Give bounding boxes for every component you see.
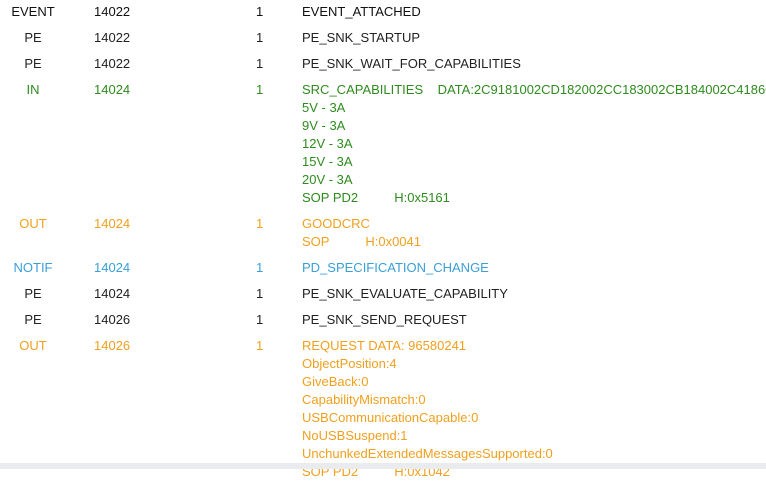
log-port: 1 [256, 312, 264, 327]
log-port: 1 [256, 260, 264, 275]
pd-trace-log: EVENT 14022 1 EVENT_ATTACHED PE 14022 1 PE_SNK_… [0, 0, 766, 486]
log-message-line: SOP H:0x0041 [302, 234, 421, 249]
log-message-line: NoUSBSuspend:1 [302, 428, 408, 443]
log-type: OUT [19, 338, 47, 353]
log-message: SRC_CAPABILITIES DATA:2C9181002CD182002C… [302, 81, 766, 207]
log-message-line: UnchunkedExtendedMessagesSupported:0 [302, 446, 553, 461]
log-message: PE_SNK_WAIT_FOR_CAPABILITIES [302, 55, 766, 73]
log-timestamp: 14024 [94, 82, 131, 97]
log-row[interactable]: OUT 14024 1 GOODCRC SOP H:0x0041 [0, 212, 766, 256]
log-type: PE [24, 30, 42, 45]
log-message-line: PD_SPECIFICATION_CHANGE [302, 260, 489, 275]
log-timestamp: 14024 [94, 286, 131, 301]
log-type: PE [24, 312, 42, 327]
log-message-line: SOP PD2 H:0x5161 [302, 190, 450, 205]
log-row[interactable]: PE 14022 1 PE_SNK_STARTUP [0, 26, 766, 52]
log-type: PE [24, 56, 42, 71]
log-type: EVENT [11, 4, 55, 19]
log-message-line: 20V - 3A [302, 172, 353, 187]
log-row[interactable]: IN 14024 1 SRC_CAPABILITIES DATA:2C9181002C… [0, 78, 766, 212]
log-port: 1 [256, 82, 264, 97]
log-message-line: PE_SNK_EVALUATE_CAPABILITY [302, 286, 508, 301]
log-timestamp: 14024 [94, 216, 131, 231]
log-message-line: REQUEST DATA: 96580241 [302, 338, 467, 353]
log-message-line: USBCommunicationCapable:0 [302, 410, 479, 425]
log-message-line: CapabilityMismatch:0 [302, 392, 426, 407]
log-message-line: GOODCRC [302, 216, 370, 231]
log-message: REQUEST DATA: 96580241 ObjectPosition:4 Gi… [302, 337, 766, 481]
log-message: PE_SNK_STARTUP [302, 29, 766, 47]
log-message-line: PE_SNK_STARTUP [302, 30, 421, 45]
log-message-line: EVENT_ATTACHED [302, 4, 421, 19]
log-port: 1 [256, 30, 264, 45]
log-port: 1 [256, 286, 264, 301]
log-message: PD_SPECIFICATION_CHANGE [302, 259, 766, 277]
log-row[interactable]: PE 14024 1 PE_SNK_EVALUATE_CAPABILITY [0, 282, 766, 308]
log-row[interactable]: PE 14022 1 PE_SNK_WAIT_FOR_CAPABILITIES [0, 52, 766, 78]
log-type: NOTIF [13, 260, 53, 275]
log-row[interactable]: PE 14026 1 PE_SNK_SEND_REQUEST [0, 308, 766, 334]
log-message-line: GiveBack:0 [302, 374, 369, 389]
log-message: PE_SNK_EVALUATE_CAPABILITY [302, 285, 766, 303]
log-message-line: ObjectPosition:4 [302, 356, 397, 371]
log-timestamp: 14022 [94, 30, 131, 45]
log-timestamp: 14024 [94, 260, 131, 275]
log-timestamp: 14022 [94, 56, 131, 71]
log-type: PE [24, 286, 42, 301]
log-timestamp: 14026 [94, 312, 131, 327]
log-type: OUT [19, 216, 47, 231]
log-message: EVENT_ATTACHED [302, 3, 766, 21]
log-port: 1 [256, 216, 264, 231]
log-type: IN [26, 82, 40, 97]
log-message-line: PE_SNK_SEND_REQUEST [302, 312, 467, 327]
log-row[interactable]: NOTIF 14024 1 PD_SPECIFICATION_CHANGE [0, 256, 766, 282]
log-port: 1 [256, 338, 264, 353]
log-message-line: 15V - 3A [302, 154, 353, 169]
log-message: PE_SNK_SEND_REQUEST [302, 311, 766, 329]
log-message-line: PE_SNK_WAIT_FOR_CAPABILITIES [302, 56, 521, 71]
log-message-line: SRC_CAPABILITIES DATA:2C9181002CD182002C… [302, 82, 766, 97]
log-port: 1 [256, 56, 264, 71]
log-timestamp: 14022 [94, 4, 131, 19]
horizontal-scrollbar[interactable] [0, 463, 766, 469]
log-message-line: 12V - 3A [302, 136, 353, 151]
log-timestamp: 14026 [94, 338, 131, 353]
log-row[interactable]: EVENT 14022 1 EVENT_ATTACHED [0, 0, 766, 26]
log-message-line: 5V - 3A [302, 100, 346, 115]
log-message-line: 9V - 3A [302, 118, 346, 133]
log-port: 1 [256, 4, 264, 19]
log-message: GOODCRC SOP H:0x0041 [302, 215, 766, 251]
